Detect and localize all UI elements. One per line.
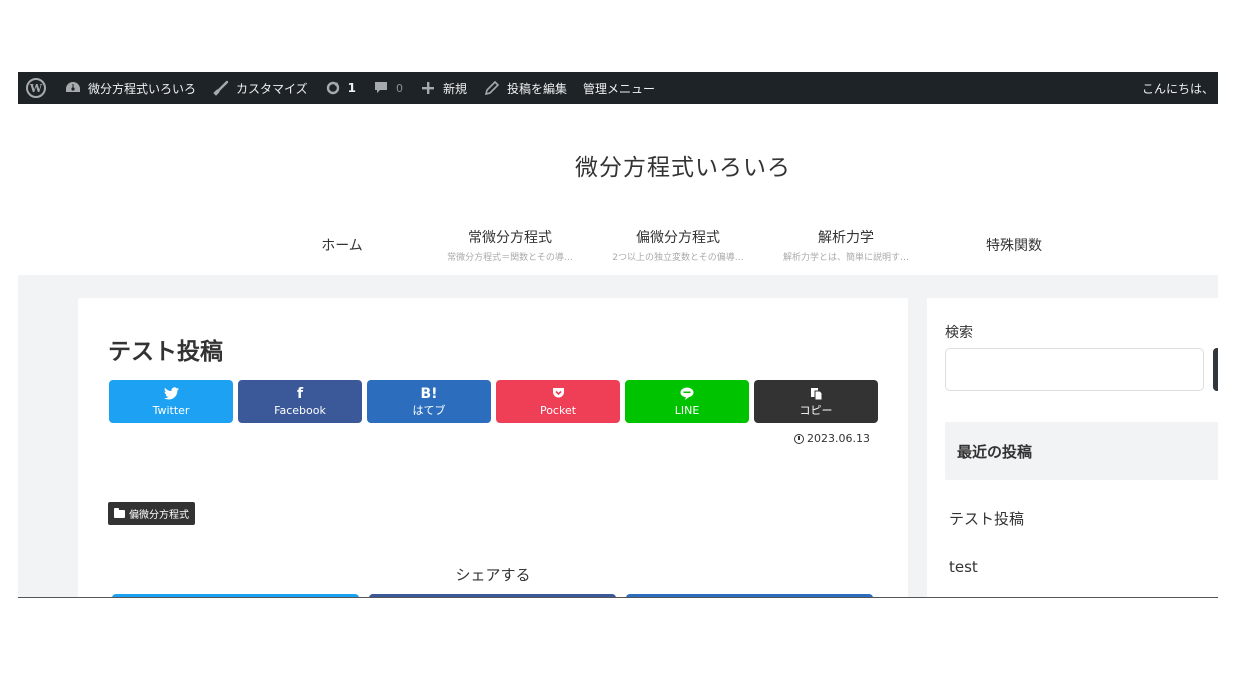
nav-item-special-functions[interactable]: 特殊関数 <box>930 222 1098 267</box>
site-title[interactable]: 微分方程式いろいろ <box>18 148 1218 182</box>
recent-post-link[interactable]: test <box>949 558 978 576</box>
share-button-hatena[interactable]: B! はてブ <box>367 380 491 423</box>
search-label: 検索 <box>945 325 973 341</box>
updates-count: 1 <box>347 81 357 95</box>
share-button-copy[interactable]: コピー <box>754 380 878 423</box>
nav-item-description: 2つ以上の独立変数とその偏導… <box>612 252 744 263</box>
folder-icon <box>114 507 125 518</box>
pencil-icon <box>483 79 501 97</box>
share-label: LINE <box>674 403 700 417</box>
nav-item-description: 解析力学とは、簡単に説明す… <box>782 252 909 263</box>
post-date-value: 2023.06.13 <box>807 432 870 445</box>
share-label: コピー <box>799 403 833 417</box>
nav-item-ode[interactable]: 常微分方程式 常微分方程式＝関数とその導… <box>426 222 594 267</box>
dashboard-gauge-icon <box>64 79 82 97</box>
share-heading: シェアする <box>455 566 531 584</box>
comments-link[interactable]: 0 <box>366 72 409 104</box>
global-nav: ホーム 常微分方程式 常微分方程式＝関数とその導… 偏微分方程式 2つ以上の独立… <box>258 222 1098 267</box>
share-button-twitter[interactable]: Twitter <box>109 380 233 423</box>
category-badge[interactable]: 偏微分方程式 <box>108 502 195 525</box>
wordpress-logo-icon: W <box>26 78 46 98</box>
updates-link[interactable]: 1 <box>318 72 362 104</box>
copy-icon <box>810 387 823 403</box>
admin-menu-link[interactable]: 管理メニュー <box>577 72 661 104</box>
greeting-label: こんにちは、 <box>1141 81 1214 96</box>
nav-item-analytical-mechanics[interactable]: 解析力学 解析力学とは、簡単に説明す… <box>762 222 930 267</box>
share-label: はてブ <box>412 403 446 417</box>
share-label: Twitter <box>152 403 190 417</box>
line-icon <box>680 387 694 403</box>
clock-icon <box>794 433 805 444</box>
article: テスト投稿 Twitter f Facebook B! はてブ Pocket L… <box>78 298 908 598</box>
share-button-facebook[interactable]: f Facebook <box>238 380 362 423</box>
browser-viewport: W 微分方程式いろいろ カスタマイズ 1 0 新規 投稿を編集 管理メニュー こ… <box>18 72 1218 598</box>
sidebar: 検索 最近の投稿 テスト投稿 test <box>927 298 1218 598</box>
search-button[interactable] <box>1213 348 1218 391</box>
my-account-menu[interactable]: こんにちは、 <box>1136 72 1218 104</box>
site-name-label: 微分方程式いろいろ <box>88 81 197 96</box>
search-input[interactable] <box>945 348 1204 391</box>
updates-refresh-icon <box>324 79 342 97</box>
share-button-line[interactable]: LINE <box>625 380 749 423</box>
recent-post-link[interactable]: テスト投稿 <box>949 508 1024 529</box>
share-label: Pocket <box>539 403 577 417</box>
edit-post-label: 投稿を編集 <box>507 81 568 96</box>
nav-item-label: 偏微分方程式 <box>636 229 720 246</box>
category-label: 偏微分方程式 <box>129 510 189 521</box>
pocket-icon <box>552 387 565 403</box>
new-content-menu[interactable]: 新規 <box>413 72 473 104</box>
edit-post-link[interactable]: 投稿を編集 <box>477 72 573 104</box>
share-button-pocket[interactable]: Pocket <box>496 380 620 423</box>
viewport-bottom-edge <box>18 597 1218 598</box>
nav-item-home[interactable]: ホーム <box>258 222 426 267</box>
hatena-bookmark-icon: B! <box>420 385 438 402</box>
customize-label: カスタマイズ <box>236 81 308 96</box>
nav-item-description: 常微分方程式＝関数とその導… <box>447 252 573 263</box>
nav-item-label: 解析力学 <box>818 229 874 246</box>
facebook-icon: f <box>296 385 304 402</box>
new-label: 新規 <box>443 81 468 96</box>
comments-count: 0 <box>396 81 404 95</box>
comment-bubble-icon <box>372 79 390 97</box>
paintbrush-icon <box>212 79 230 97</box>
nav-item-pde[interactable]: 偏微分方程式 2つ以上の独立変数とその偏導… <box>594 222 762 267</box>
nav-item-label: 特殊関数 <box>986 237 1042 254</box>
admin-bar: W 微分方程式いろいろ カスタマイズ 1 0 新規 投稿を編集 管理メニュー こ… <box>18 72 1218 104</box>
customize-link[interactable]: カスタマイズ <box>206 72 314 104</box>
site-name-menu[interactable]: 微分方程式いろいろ <box>58 72 202 104</box>
twitter-icon <box>163 386 179 403</box>
share-label: Facebook <box>274 403 326 417</box>
nav-item-label: ホーム <box>321 237 363 254</box>
wp-logo-menu[interactable]: W <box>18 72 52 104</box>
nav-item-label: 常微分方程式 <box>468 229 552 246</box>
recent-posts-heading: 最近の投稿 <box>945 422 1218 480</box>
post-title: テスト投稿 <box>108 339 223 365</box>
post-date: 2023.06.13 <box>794 432 870 445</box>
plus-icon <box>419 79 437 97</box>
admin-menu-label: 管理メニュー <box>583 81 656 96</box>
share-buttons-top: Twitter f Facebook B! はてブ Pocket LINE コピ… <box>109 380 878 423</box>
